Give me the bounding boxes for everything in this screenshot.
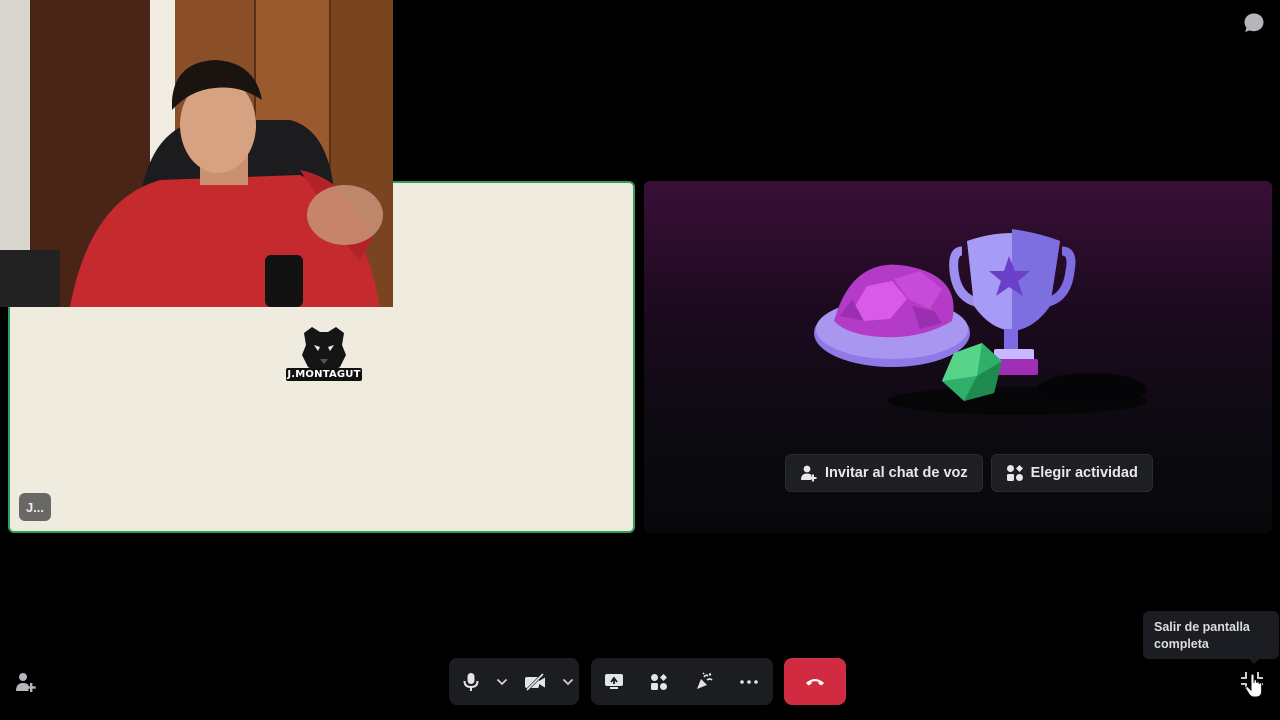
chevron-down-icon (562, 678, 574, 685)
activities-button[interactable] (636, 658, 681, 705)
add-friend-icon[interactable] (14, 670, 38, 694)
choose-activity-button[interactable]: Elegir actividad (990, 454, 1153, 492)
exit-fullscreen-tooltip: Salir de pantalla completa (1143, 611, 1279, 659)
activity-tile: Invitar al chat de voz Elegir actividad (644, 181, 1272, 533)
chevron-down-icon (496, 678, 508, 685)
microphone-options-button[interactable] (493, 658, 511, 705)
participant-avatar-logo: J.MONTAGUT (286, 323, 362, 393)
exit-fullscreen-button[interactable] (1240, 670, 1268, 700)
invite-voice-chat-button[interactable]: Invitar al chat de voz (785, 454, 983, 492)
participant-name-badge: J... (19, 493, 51, 521)
choose-activity-label: Elegir actividad (1030, 465, 1138, 481)
microphone-icon (463, 672, 479, 691)
add-user-icon (801, 465, 817, 482)
streamer-webcam-overlay (0, 0, 393, 307)
activity-illustration (814, 229, 1147, 415)
camera-button[interactable] (511, 658, 559, 705)
chat-bubble-icon[interactable] (1242, 11, 1266, 35)
ellipsis-icon (739, 679, 758, 684)
activity-controls (591, 658, 773, 705)
microphone-button[interactable] (449, 658, 493, 705)
tooltip-arrow (1248, 658, 1260, 664)
webcam-feed-image (0, 0, 393, 307)
hang-up-phone-icon (806, 678, 824, 685)
logo-text: J.MONTAGUT (286, 368, 362, 381)
share-screen-icon (604, 673, 623, 689)
soundboard-icon (696, 671, 713, 689)
activity-grid-icon (650, 673, 667, 690)
soundboard-button[interactable] (681, 658, 726, 705)
camera-off-icon (525, 672, 545, 691)
share-screen-button[interactable] (591, 658, 636, 705)
activity-grid-icon (1006, 465, 1023, 481)
more-options-button[interactable] (726, 658, 771, 705)
camera-options-button[interactable] (559, 658, 577, 705)
disconnect-button[interactable] (784, 658, 846, 705)
audio-video-controls (449, 658, 579, 705)
invite-voice-chat-label: Invitar al chat de voz (825, 465, 968, 481)
